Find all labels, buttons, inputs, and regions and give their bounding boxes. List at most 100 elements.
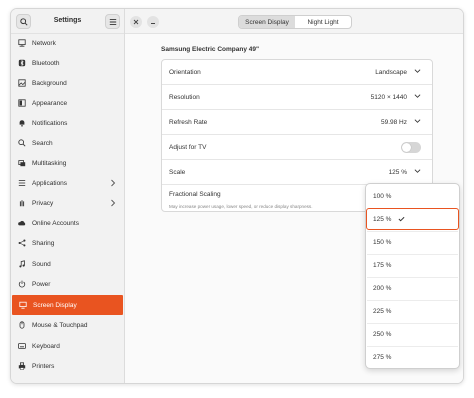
scale-option-label: 175 %: [373, 262, 392, 269]
header-bar: Screen Display Night Light: [125, 9, 463, 34]
resolution-label: Resolution: [169, 94, 200, 101]
sidebar-item-label: Background: [32, 79, 67, 87]
sidebar-item-privacy[interactable]: Privacy: [11, 193, 124, 213]
scale-option-150[interactable]: 150 %: [367, 231, 458, 253]
multitasking-icon: [18, 159, 26, 167]
scale-option-label: 150 %: [373, 239, 392, 246]
sidebar: Settings Network Bluetooth Background Ap…: [11, 9, 125, 383]
menu-button[interactable]: [105, 14, 120, 29]
orientation-label: Orientation: [169, 69, 201, 76]
sidebar-item-background[interactable]: Background: [11, 73, 124, 93]
fractional-scaling-label: Fractional Scaling: [169, 191, 221, 198]
scale-option-125[interactable]: 125 %: [366, 208, 459, 230]
monitor-icon: [19, 301, 27, 309]
scale-option-label: 200 %: [373, 285, 392, 292]
bell-icon: [18, 119, 26, 127]
printer-icon: [18, 362, 26, 370]
sidebar-item-label: Keyboard: [32, 342, 60, 350]
scale-option-275[interactable]: 275 %: [367, 346, 458, 368]
sidebar-item-label: Notifications: [32, 119, 68, 127]
sidebar-item-sharing[interactable]: Sharing: [11, 233, 124, 253]
orientation-value: Landscape: [375, 69, 407, 76]
network-icon: [18, 39, 26, 47]
appearance-icon: [18, 99, 26, 107]
sidebar-item-printers[interactable]: Printers: [11, 356, 124, 376]
scale-option-100[interactable]: 100 %: [367, 185, 458, 207]
scale-row[interactable]: Scale 125 %: [162, 160, 432, 185]
power-icon: [18, 280, 26, 288]
sidebar-item-label: Network: [32, 39, 56, 47]
sidebar-item-notifications[interactable]: Notifications: [11, 113, 124, 133]
sidebar-header: Settings: [11, 9, 124, 34]
keyboard-icon: [18, 342, 26, 350]
scale-option-label: 125 %: [373, 215, 392, 223]
refresh-rate-value: 59.98 Hz: [380, 119, 407, 126]
mouse-icon: [18, 321, 26, 329]
sidebar-item-label: Sharing: [32, 239, 55, 247]
bluetooth-icon: [18, 59, 26, 67]
sidebar-item-search[interactable]: Search: [11, 133, 124, 153]
orientation-row[interactable]: Orientation Landscape: [162, 60, 432, 85]
chevron-down-icon: [414, 118, 421, 126]
sidebar-item-keyboard[interactable]: Keyboard: [11, 336, 124, 356]
share-icon: [18, 239, 26, 247]
resolution-row[interactable]: Resolution 5120 × 1440: [162, 85, 432, 110]
display-name: Samsung Electric Company 49": [161, 46, 260, 53]
scale-label: Scale: [169, 169, 186, 176]
sidebar-item-online-accounts[interactable]: Online Accounts: [11, 213, 124, 233]
sidebar-item-power[interactable]: Power: [11, 274, 124, 294]
chevron-down-icon: [414, 93, 421, 101]
grid-icon: [18, 179, 26, 187]
hand-icon: [18, 199, 26, 207]
tab-screen-display[interactable]: Screen Display: [239, 16, 295, 28]
sidebar-item-bluetooth[interactable]: Bluetooth: [11, 53, 124, 73]
scale-option-175[interactable]: 175 %: [367, 254, 458, 276]
search-icon: [18, 139, 26, 147]
sidebar-item-label: Privacy: [32, 199, 54, 207]
toggle-knob: [402, 143, 411, 152]
fractional-scaling-description: May increase power usage, lower speed, o…: [169, 204, 313, 209]
music-note-icon: [18, 260, 26, 268]
chevron-down-icon: [414, 168, 421, 176]
view-switcher: Screen Display Night Light: [238, 15, 352, 29]
scale-option-225[interactable]: 225 %: [367, 300, 458, 322]
settings-window: Settings Network Bluetooth Background Ap…: [10, 8, 464, 384]
checkmark-icon: [398, 216, 405, 222]
scale-dropdown-menu: 100 % 125 % 150 % 175 % 200 % 225 % 250 …: [365, 183, 460, 369]
sidebar-item-label: Online Accounts: [32, 219, 79, 227]
minimize-button[interactable]: [147, 16, 159, 28]
background-icon: [18, 79, 26, 87]
cloud-icon: [18, 219, 26, 227]
sidebar-item-appearance[interactable]: Appearance: [11, 93, 124, 113]
sidebar-item-label: Search: [32, 139, 53, 147]
scale-option-label: 100 %: [373, 192, 392, 200]
sidebar-item-label: Bluetooth: [32, 59, 60, 67]
scale-value: 125 %: [388, 169, 407, 176]
sidebar-item-mouse-touchpad[interactable]: Mouse & Touchpad: [11, 315, 124, 335]
scale-option-label: 275 %: [373, 354, 392, 361]
sidebar-item-label: Mouse & Touchpad: [32, 321, 88, 329]
refresh-rate-row[interactable]: Refresh Rate 59.98 Hz: [162, 110, 432, 135]
adjust-tv-label: Adjust for TV: [169, 144, 207, 151]
sidebar-item-applications[interactable]: Applications: [11, 173, 124, 193]
scale-option-label: 250 %: [373, 331, 392, 338]
adjust-tv-toggle[interactable]: [401, 142, 421, 153]
sidebar-item-label: Power: [32, 280, 51, 288]
sidebar-item-label: Appearance: [32, 99, 68, 107]
sidebar-item-sound[interactable]: Sound: [11, 254, 124, 274]
close-button[interactable]: [130, 16, 142, 28]
sidebar-item-screen-display[interactable]: Screen Display: [12, 295, 123, 315]
scale-option-250[interactable]: 250 %: [367, 323, 458, 345]
sidebar-item-network[interactable]: Network: [11, 33, 124, 53]
sidebar-item-multitasking[interactable]: Multitasking: [11, 153, 124, 173]
sidebar-item-label: Sound: [32, 260, 51, 268]
scale-option-label: 225 %: [373, 308, 392, 315]
sidebar-item-label: Screen Display: [33, 301, 77, 309]
refresh-rate-label: Refresh Rate: [169, 119, 208, 126]
tab-night-light[interactable]: Night Light: [295, 16, 351, 28]
minimize-icon: [151, 23, 155, 24]
scale-option-200[interactable]: 200 %: [367, 277, 458, 299]
chevron-down-icon: [414, 68, 421, 76]
chevron-right-icon: [110, 199, 116, 209]
resolution-value: 5120 × 1440: [370, 94, 407, 101]
